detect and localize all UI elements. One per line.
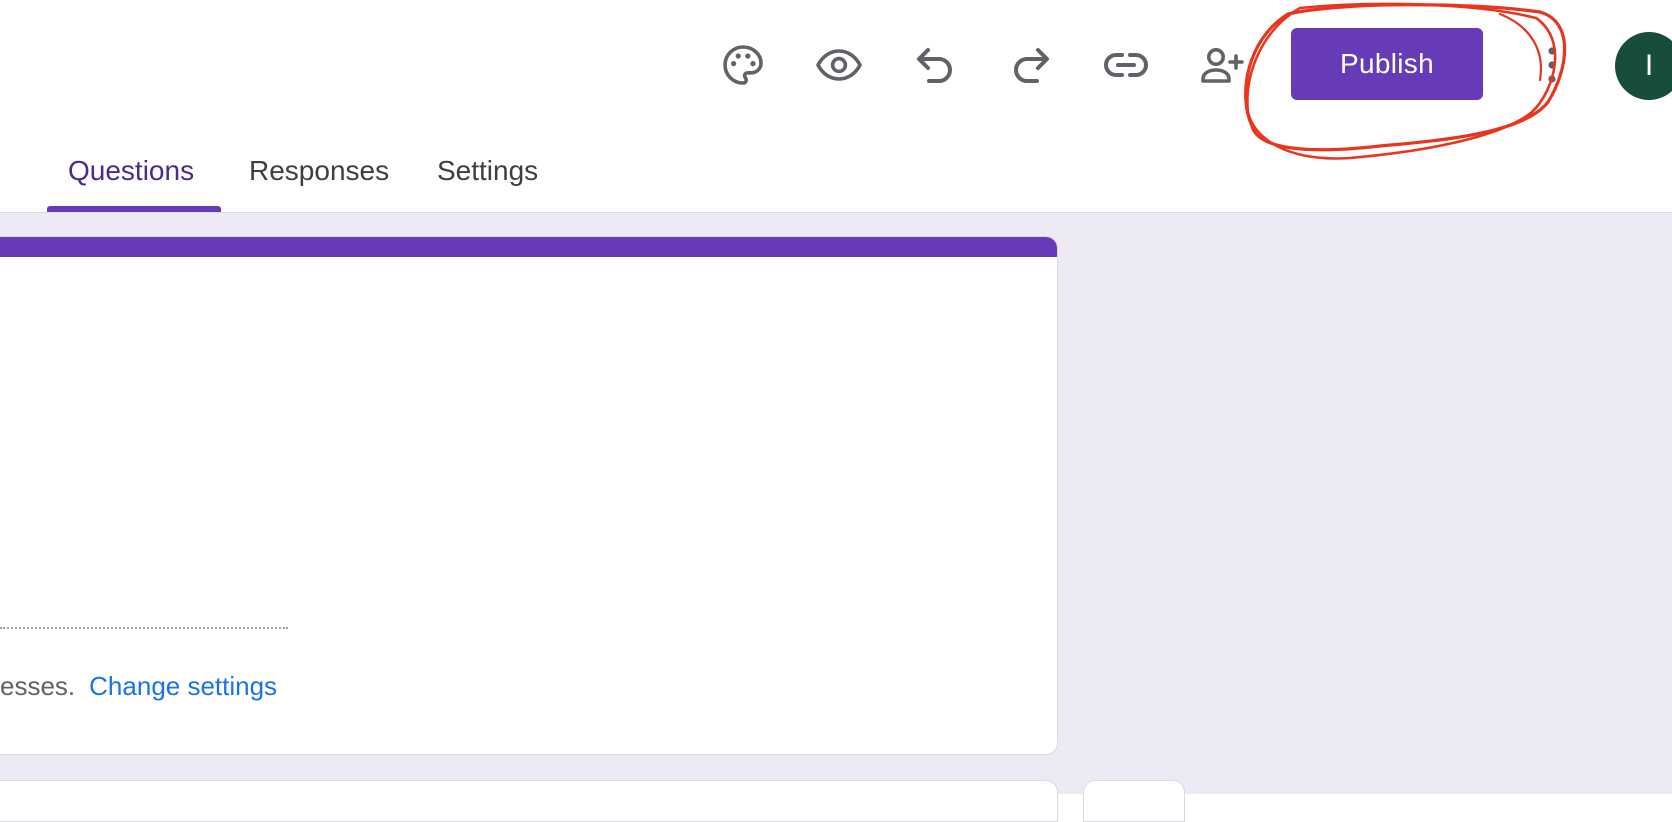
notice-text: esses. bbox=[0, 671, 76, 701]
add-collaborators-button[interactable] bbox=[1187, 30, 1257, 100]
question-card bbox=[0, 780, 1058, 822]
email-collection-notice: esses. Change settings bbox=[0, 671, 277, 702]
more-options-button[interactable] bbox=[1536, 40, 1568, 90]
description-field-underline bbox=[0, 627, 288, 629]
preview-button[interactable] bbox=[804, 30, 874, 100]
person-add-icon bbox=[1201, 48, 1244, 83]
form-header-card: esses. Change settings bbox=[0, 236, 1058, 755]
undo-icon bbox=[917, 48, 952, 83]
palette-icon bbox=[723, 45, 763, 85]
eye-icon bbox=[816, 49, 862, 81]
link-icon bbox=[1104, 53, 1148, 77]
more-vert-icon bbox=[1548, 47, 1556, 83]
redo-icon bbox=[1014, 48, 1049, 83]
change-settings-link[interactable]: Change settings bbox=[89, 671, 277, 701]
palette-button[interactable] bbox=[708, 30, 778, 100]
top-bar: Publish I Questions Responses Settings bbox=[0, 0, 1672, 213]
redo-button[interactable] bbox=[996, 30, 1066, 100]
tab-settings[interactable]: Settings bbox=[437, 155, 538, 187]
publish-button[interactable]: Publish bbox=[1291, 28, 1483, 100]
card-accent-bar bbox=[0, 237, 1057, 257]
floating-toolbar bbox=[1083, 780, 1185, 822]
account-avatar[interactable]: I bbox=[1615, 32, 1672, 100]
undo-button[interactable] bbox=[900, 30, 970, 100]
tab-questions[interactable]: Questions bbox=[68, 155, 194, 187]
copy-link-button[interactable] bbox=[1091, 30, 1161, 100]
active-tab-indicator bbox=[47, 206, 221, 212]
tab-responses[interactable]: Responses bbox=[249, 155, 389, 187]
